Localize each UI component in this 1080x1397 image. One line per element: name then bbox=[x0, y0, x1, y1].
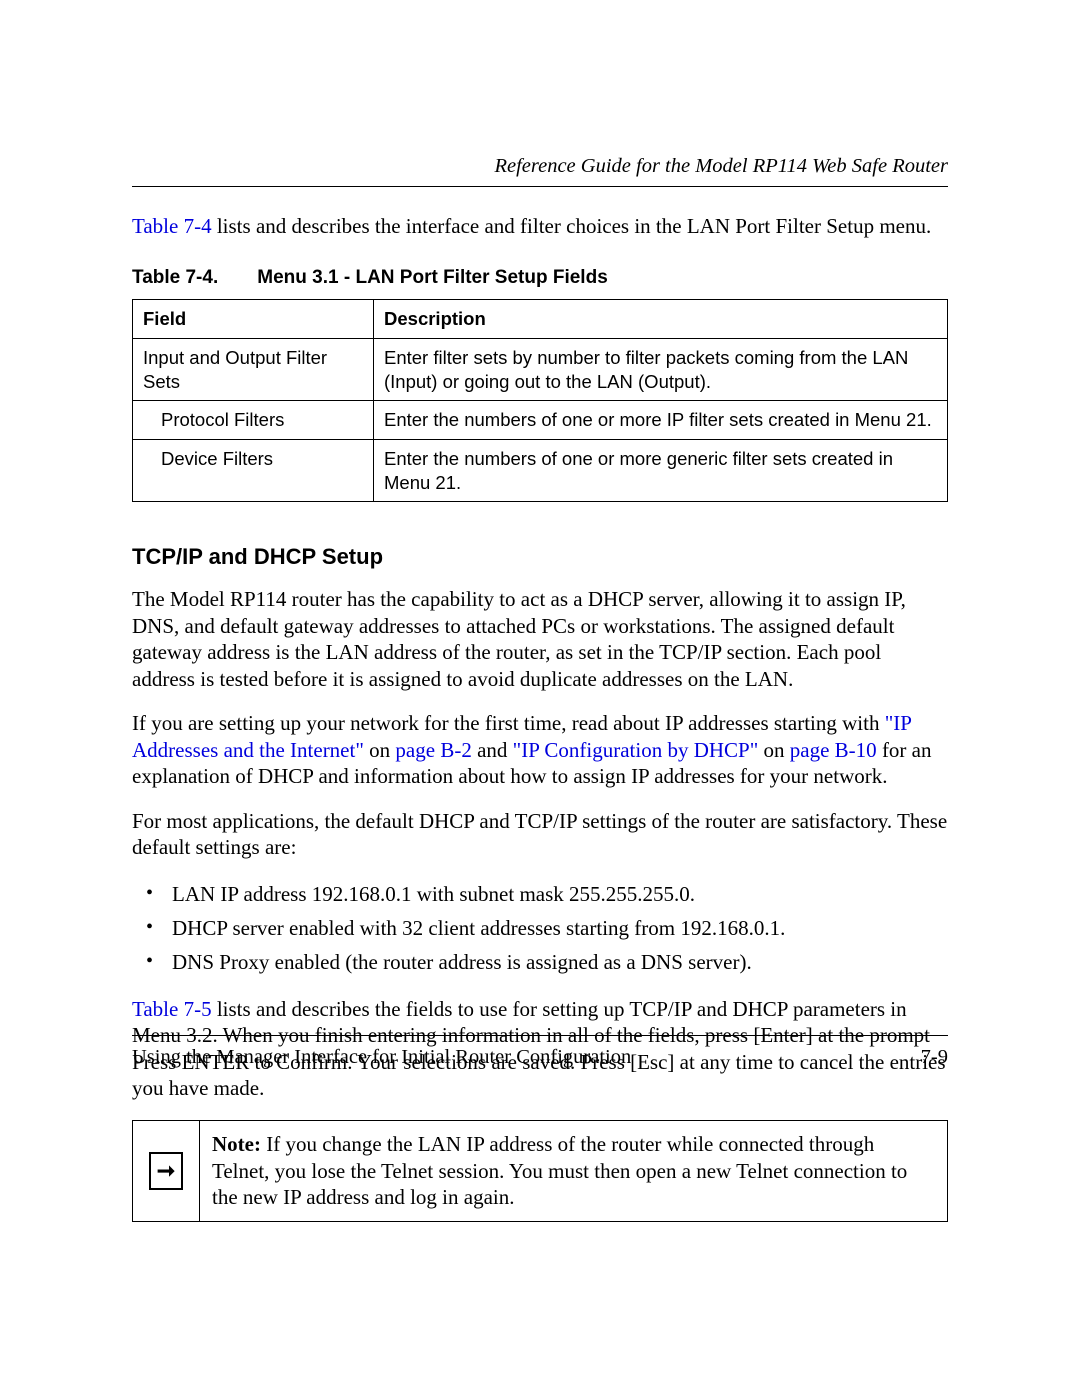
page-number: 7-9 bbox=[921, 1046, 948, 1069]
section-heading: TCP/IP and DHCP Setup bbox=[132, 544, 948, 570]
list-item: LAN IP address 192.168.0.1 with subnet m… bbox=[132, 879, 948, 909]
table-head-row: Field Description bbox=[133, 300, 948, 339]
note-label: Note: bbox=[212, 1132, 261, 1156]
cell-field: Protocol Filters bbox=[133, 401, 374, 440]
intro-text: lists and describes the interface and fi… bbox=[212, 214, 932, 238]
arrow-right-icon: ➞ bbox=[149, 1152, 183, 1191]
table-caption-label: Table 7-4. bbox=[132, 267, 252, 289]
bullet-list: LAN IP address 192.168.0.1 with subnet m… bbox=[132, 879, 948, 978]
page: Reference Guide for the Model RP114 Web … bbox=[0, 0, 1080, 1397]
intro-paragraph: Table 7-4 lists and describes the interf… bbox=[132, 213, 948, 239]
note-icon-cell: ➞ bbox=[133, 1120, 200, 1222]
paragraph: For most applications, the default DHCP … bbox=[132, 808, 948, 861]
table-caption-title: Menu 3.1 - LAN Port Filter Setup Fields bbox=[257, 267, 607, 288]
text: If you are setting up your network for t… bbox=[132, 711, 885, 735]
cell-field-text: Device Filters bbox=[143, 447, 273, 471]
running-header: Reference Guide for the Model RP114 Web … bbox=[132, 155, 948, 178]
text: and bbox=[472, 738, 513, 762]
col-header-description: Description bbox=[374, 300, 948, 339]
page-b10-link[interactable]: page B-10 bbox=[790, 738, 877, 762]
footer-rule bbox=[132, 1035, 948, 1036]
footer-left: Using the Manager Interface for Initial … bbox=[132, 1046, 631, 1069]
ip-config-dhcp-link[interactable]: "IP Configuration by DHCP" bbox=[513, 738, 759, 762]
note-text-cell: Note: If you change the LAN IP address o… bbox=[200, 1120, 948, 1222]
cell-desc: Enter the numbers of one or more IP filt… bbox=[374, 401, 948, 440]
list-item: DNS Proxy enabled (the router address is… bbox=[132, 947, 948, 977]
table-caption: Table 7-4. Menu 3.1 - LAN Port Filter Se… bbox=[132, 267, 948, 289]
footer: Using the Manager Interface for Initial … bbox=[132, 1035, 948, 1069]
table-row: Protocol Filters Enter the numbers of on… bbox=[133, 401, 948, 440]
list-item: DHCP server enabled with 32 client addre… bbox=[132, 913, 948, 943]
paragraph: The Model RP114 router has the capabilit… bbox=[132, 586, 948, 692]
cell-field: Input and Output Filter Sets bbox=[133, 339, 374, 401]
table-7-5-ref-link[interactable]: Table 7-5 bbox=[132, 997, 212, 1021]
col-header-field: Field bbox=[133, 300, 374, 339]
table-row: Device Filters Enter the numbers of one … bbox=[133, 440, 948, 502]
text: on bbox=[758, 738, 790, 762]
note-box: ➞ Note: If you change the LAN IP address… bbox=[132, 1120, 948, 1223]
page-b2-link[interactable]: page B-2 bbox=[395, 738, 471, 762]
cell-desc: Enter filter sets by number to filter pa… bbox=[374, 339, 948, 401]
table-row: Input and Output Filter Sets Enter filte… bbox=[133, 339, 948, 401]
header-rule bbox=[132, 186, 948, 187]
cell-desc: Enter the numbers of one or more generic… bbox=[374, 440, 948, 502]
filter-table: Field Description Input and Output Filte… bbox=[132, 299, 948, 502]
cell-field-text: Input and Output Filter Sets bbox=[143, 347, 327, 392]
note-text: If you change the LAN IP address of the … bbox=[212, 1132, 907, 1210]
cell-field-text: Protocol Filters bbox=[143, 408, 284, 432]
text: on bbox=[364, 738, 396, 762]
paragraph: If you are setting up your network for t… bbox=[132, 710, 948, 789]
cell-field: Device Filters bbox=[133, 440, 374, 502]
table-7-4-ref-link[interactable]: Table 7-4 bbox=[132, 214, 212, 238]
